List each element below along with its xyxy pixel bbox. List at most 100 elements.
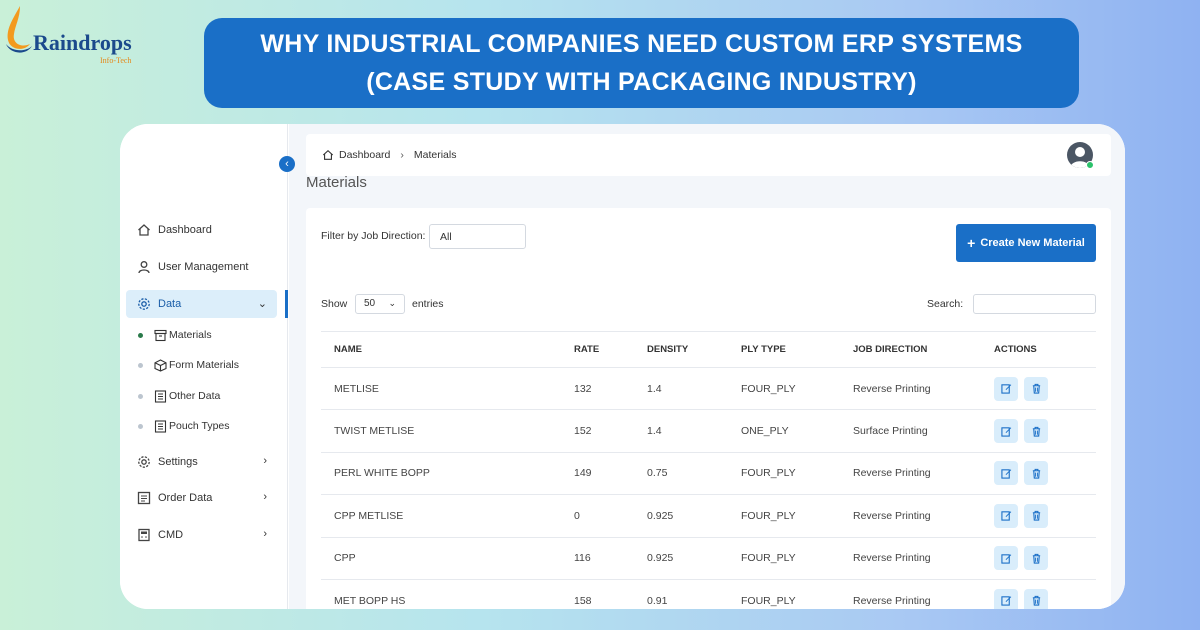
active-indicator — [285, 290, 288, 318]
collapse-sidebar-button[interactable]: ‹ — [279, 156, 295, 172]
inactive-dot — [138, 423, 143, 429]
sidebar: Dashboard User Management Data ⌄ Materia… — [120, 124, 288, 609]
entries-per-page-select[interactable]: 50 ⌄ — [355, 294, 405, 314]
sidebar-subitem-materials[interactable]: Materials — [138, 328, 212, 342]
brand-name: Raindrops — [33, 30, 132, 55]
cell-job-direction: Reverse Printing — [840, 579, 981, 609]
cell-density: 0.91 — [634, 579, 728, 609]
cell-density: 0.925 — [634, 537, 728, 580]
cell-name: PERL WHITE BOPP — [321, 452, 561, 496]
cell-name: METLISE — [321, 367, 561, 411]
sidebar-item-dashboard[interactable]: Dashboard — [126, 216, 277, 244]
cell-job-direction: Reverse Printing — [840, 537, 981, 580]
table-row: PERL WHITE BOPP 149 0.75 FOUR_PLY Reverse Pr… — [321, 452, 1096, 496]
job-direction-filter-select[interactable]: All — [429, 224, 526, 249]
edit-button[interactable] — [994, 546, 1018, 571]
sidebar-subitem-label: Form Materials — [169, 359, 240, 371]
delete-button[interactable] — [1024, 461, 1048, 486]
list-icon — [153, 389, 167, 403]
delete-button[interactable] — [1024, 546, 1048, 571]
cell-ply-type: FOUR_PLY — [728, 367, 840, 411]
cell-rate: 0 — [561, 494, 634, 538]
trash-icon — [1031, 468, 1042, 479]
sidebar-item-label: Data — [158, 298, 182, 310]
gear-icon — [136, 296, 152, 312]
archive-icon — [153, 328, 167, 342]
sidebar-subitem-other-data[interactable]: Other Data — [138, 389, 220, 403]
entries-label: entries — [412, 298, 444, 310]
main-content: Dashboard › Materials Materials Filter b… — [289, 124, 1125, 609]
brand-logo: Raindrops Info-Tech — [2, 4, 152, 65]
banner-title-line1: WHY INDUSTRIAL COMPANIES NEED CUSTOM ERP… — [260, 30, 1023, 58]
top-bar: Dashboard › Materials — [306, 134, 1111, 176]
column-header-name[interactable]: NAME — [321, 331, 561, 368]
column-header-ply-type[interactable]: PLY TYPE — [728, 331, 840, 368]
sidebar-item-order-data[interactable]: Order Data › — [126, 484, 277, 512]
sidebar-item-label: Settings — [158, 456, 198, 468]
app-window: Dashboard User Management Data ⌄ Materia… — [120, 124, 1125, 609]
chevron-right-icon: › — [263, 455, 267, 467]
sidebar-item-label: CMD — [158, 529, 184, 541]
delete-button[interactable] — [1024, 376, 1048, 401]
cell-density: 0.75 — [634, 452, 728, 496]
filter-label: Filter by Job Direction: — [321, 230, 426, 242]
edit-icon — [1000, 510, 1012, 521]
banner-title-line2: (CASE STUDY WITH PACKAGING INDUSTRY) — [366, 68, 917, 96]
online-status-dot — [1086, 161, 1094, 169]
edit-button[interactable] — [994, 588, 1018, 609]
cell-actions — [981, 579, 1096, 609]
sidebar-subitem-label: Pouch Types — [169, 420, 230, 432]
trash-icon — [1031, 510, 1042, 521]
edit-button[interactable] — [994, 503, 1018, 528]
calculator-icon — [136, 527, 152, 543]
sidebar-item-user-management[interactable]: User Management — [126, 253, 277, 281]
inactive-dot — [138, 393, 143, 399]
materials-panel: Filter by Job Direction: All + Create Ne… — [306, 208, 1111, 609]
trash-icon — [1031, 553, 1042, 564]
chevron-right-icon: › — [263, 491, 267, 503]
sidebar-subitem-form-materials[interactable]: Form Materials — [138, 358, 239, 372]
list-icon — [153, 419, 167, 433]
trash-icon — [1031, 426, 1042, 437]
title-banner: WHY INDUSTRIAL COMPANIES NEED CUSTOM ERP… — [204, 18, 1079, 108]
cell-rate: 116 — [561, 537, 634, 580]
breadcrumb-home[interactable]: Dashboard — [339, 149, 390, 161]
cell-rate: 132 — [561, 367, 634, 411]
home-icon[interactable] — [322, 149, 334, 161]
sidebar-item-label: Dashboard — [158, 224, 212, 236]
edit-icon — [1000, 383, 1012, 394]
sidebar-item-cmd[interactable]: CMD › — [126, 521, 277, 549]
sidebar-item-settings[interactable]: Settings › — [126, 448, 277, 476]
search-input[interactable] — [973, 294, 1096, 314]
breadcrumb-separator-icon: › — [400, 149, 404, 161]
edit-button[interactable] — [994, 376, 1018, 401]
cell-ply-type: FOUR_PLY — [728, 452, 840, 496]
cell-rate: 149 — [561, 452, 634, 496]
page-title: Materials — [306, 174, 367, 191]
cell-actions — [981, 452, 1096, 496]
sidebar-item-label: Order Data — [158, 492, 213, 504]
breadcrumb-current: Materials — [413, 149, 457, 161]
entries-value: 50 — [364, 298, 376, 309]
cell-ply-type: ONE_PLY — [728, 409, 840, 453]
sidebar-subitem-pouch-types[interactable]: Pouch Types — [138, 419, 230, 433]
sidebar-item-data[interactable]: Data ⌄ — [126, 290, 277, 318]
column-header-rate[interactable]: RATE — [561, 331, 634, 368]
plus-icon: + — [967, 235, 976, 251]
edit-icon — [1000, 426, 1012, 437]
create-new-material-button[interactable]: + Create New Material — [956, 224, 1096, 262]
cell-actions — [981, 409, 1096, 453]
column-header-job-direction[interactable]: JOB DIRECTION — [840, 331, 981, 368]
delete-button[interactable] — [1024, 588, 1048, 609]
cell-density: 0.925 — [634, 494, 728, 538]
search-label: Search: — [927, 298, 964, 310]
create-button-label: Create New Material — [980, 237, 1085, 249]
cell-job-direction: Surface Printing — [840, 409, 981, 453]
edit-button[interactable] — [994, 419, 1018, 444]
table-row: MET BOPP HS 158 0.91 FOUR_PLY Reverse Printi… — [321, 579, 1096, 609]
column-header-density[interactable]: DENSITY — [634, 331, 728, 368]
edit-icon — [1000, 595, 1012, 606]
edit-button[interactable] — [994, 461, 1018, 486]
delete-button[interactable] — [1024, 419, 1048, 444]
delete-button[interactable] — [1024, 503, 1048, 528]
